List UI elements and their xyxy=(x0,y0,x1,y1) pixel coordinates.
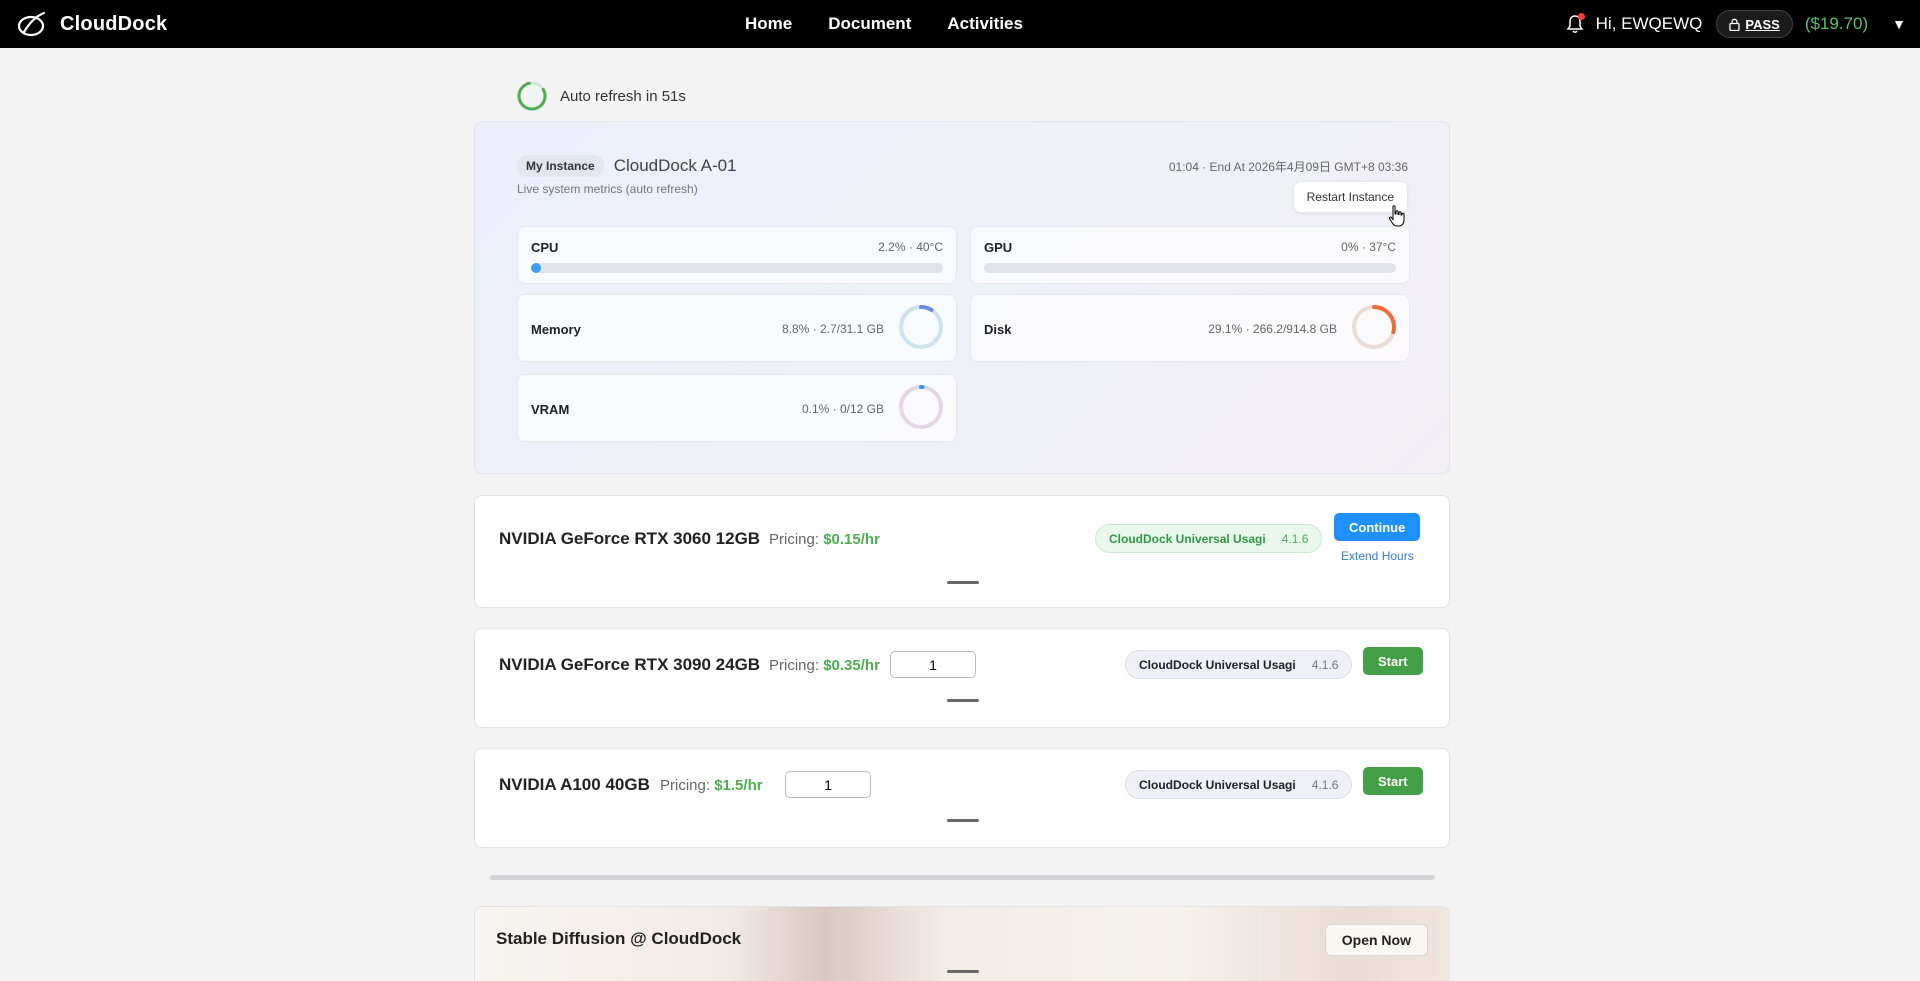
auto-refresh-indicator: Auto refresh in 51s xyxy=(516,80,686,112)
start-button[interactable]: Start xyxy=(1363,767,1423,795)
image-version-pill[interactable]: CloudDock Universal Usagi 4.1.6 xyxy=(1125,650,1353,679)
gpu-pricing: Pricing: $1.5/hr xyxy=(660,777,763,794)
user-menu-caret-icon[interactable]: ▼ xyxy=(1892,16,1906,32)
memory-value: 8.8% · 2.7/31.1 GB xyxy=(781,322,884,336)
gpu-card-a100: NVIDIA A100 40GB Pricing: $1.5/hr CloudD… xyxy=(474,748,1450,848)
gpu-bar xyxy=(984,263,1396,273)
my-instance-tag: My Instance xyxy=(517,155,604,177)
gpu-card-rtx3060: NVIDIA GeForce RTX 3060 12GB Pricing: $0… xyxy=(474,495,1450,608)
brand-name: CloudDock xyxy=(60,12,168,35)
gpu-price: $1.5/hr xyxy=(714,777,763,794)
cpu-bar xyxy=(531,263,943,273)
image-name: CloudDock Universal Usagi xyxy=(1139,657,1296,672)
refresh-spinner-icon xyxy=(517,81,547,111)
gpu-value: 0% · 37°C xyxy=(1341,240,1396,254)
instance-name: CloudDock A-01 xyxy=(613,156,737,175)
pricing-label: Pricing: xyxy=(660,777,711,794)
image-version: 4.1.6 xyxy=(1281,531,1309,546)
pricing-label: Pricing: xyxy=(769,531,820,548)
gpu-metric: GPU 0% · 37°C xyxy=(970,226,1410,284)
gpu-name: NVIDIA GeForce RTX 3060 12GB xyxy=(499,529,761,548)
gpu-pricing: Pricing: $0.15/hr xyxy=(769,531,880,548)
nav-document[interactable]: Document xyxy=(828,14,911,34)
instance-panel: My Instance CloudDock A-01 Live system m… xyxy=(474,121,1450,474)
gpu-name: NVIDIA GeForce RTX 3090 24GB xyxy=(499,655,761,674)
section-divider xyxy=(490,875,1435,880)
instance-end-time: 01:04 · End At 2026年4月09日 GMT+8 03:36 xyxy=(1168,160,1408,174)
disk-value: 29.1% · 266.2/914.8 GB xyxy=(1208,322,1337,336)
vram-value: 0.1% · 0/12 GB xyxy=(801,402,884,416)
lock-icon xyxy=(1729,18,1741,31)
disk-ring-gauge xyxy=(1352,305,1396,349)
memory-metric: Memory 8.8% · 2.7/31.1 GB xyxy=(517,294,957,362)
notification-dot xyxy=(1577,13,1585,20)
expand-handle[interactable] xyxy=(947,581,979,584)
gpu-label: GPU xyxy=(984,240,1013,255)
clouddock-logo-icon xyxy=(17,11,46,37)
instance-subtitle: Live system metrics (auto refresh) xyxy=(517,182,698,196)
cpu-metric: CPU 2.2% · 40°C xyxy=(517,226,957,284)
cpu-value: 2.2% · 40°C xyxy=(878,240,943,254)
image-version: 4.1.6 xyxy=(1311,657,1339,672)
pass-badge[interactable]: PASS xyxy=(1716,10,1793,38)
expand-handle[interactable] xyxy=(947,699,979,702)
hours-quantity-input[interactable] xyxy=(785,771,871,798)
cpu-bar-fill xyxy=(531,263,541,273)
memory-ring-gauge xyxy=(899,305,943,349)
extend-hours-link[interactable]: Extend Hours xyxy=(1341,549,1414,563)
pass-label: PASS xyxy=(1745,16,1780,32)
notification-bell-icon[interactable] xyxy=(1564,13,1586,35)
user-greeting[interactable]: Hi, EWQEWQ xyxy=(1596,14,1703,34)
gpu-pricing: Pricing: $0.35/hr xyxy=(769,657,880,674)
vram-label: VRAM xyxy=(531,402,570,417)
mouse-cursor-icon xyxy=(1388,205,1405,227)
brand[interactable]: CloudDock xyxy=(16,0,167,48)
memory-ring-track xyxy=(899,305,943,349)
vram-metric: VRAM 0.1% · 0/12 GB xyxy=(517,374,957,442)
stable-diffusion-card: Stable Diffusion @ CloudDock Open Now xyxy=(474,906,1450,981)
gpu-name: NVIDIA A100 40GB xyxy=(499,775,650,794)
hours-quantity-input[interactable] xyxy=(890,651,976,678)
top-nav: CloudDock Home Document Activities Hi, E… xyxy=(0,0,1920,48)
nav-home[interactable]: Home xyxy=(745,14,792,34)
image-name: CloudDock Universal Usagi xyxy=(1109,531,1266,546)
main-nav: Home Document Activities xyxy=(745,0,1023,48)
image-name: CloudDock Universal Usagi xyxy=(1139,777,1296,792)
disk-label: Disk xyxy=(984,322,1012,337)
expand-handle[interactable] xyxy=(947,970,979,973)
sd-title: Stable Diffusion @ CloudDock xyxy=(496,929,742,948)
image-version-pill[interactable]: CloudDock Universal Usagi 4.1.6 xyxy=(1125,770,1353,799)
account-balance: ($19.70) xyxy=(1804,14,1869,33)
image-version-pill[interactable]: CloudDock Universal Usagi 4.1.6 xyxy=(1095,524,1323,553)
start-button[interactable]: Start xyxy=(1363,647,1423,675)
auto-refresh-text: Auto refresh in 51s xyxy=(560,87,686,105)
memory-label: Memory xyxy=(531,322,581,337)
vram-ring-gauge xyxy=(899,385,943,429)
gpu-price: $0.35/hr xyxy=(823,657,880,674)
expand-handle[interactable] xyxy=(947,819,979,822)
vram-ring-track xyxy=(899,385,943,429)
open-now-button[interactable]: Open Now xyxy=(1324,924,1428,956)
gpu-price: $0.15/hr xyxy=(823,531,880,548)
cpu-label: CPU xyxy=(531,240,559,255)
nav-activities[interactable]: Activities xyxy=(947,14,1023,34)
image-version: 4.1.6 xyxy=(1311,777,1339,792)
pricing-label: Pricing: xyxy=(769,657,820,674)
gpu-card-rtx3090: NVIDIA GeForce RTX 3090 24GB Pricing: $0… xyxy=(474,628,1450,728)
continue-button[interactable]: Continue xyxy=(1334,513,1421,541)
user-area: Hi, EWQEWQ PASS ($19.70) ▼ xyxy=(1564,0,1906,48)
instance-header: My Instance CloudDock A-01 xyxy=(517,155,737,177)
disk-metric: Disk 29.1% · 266.2/914.8 GB xyxy=(970,294,1410,362)
